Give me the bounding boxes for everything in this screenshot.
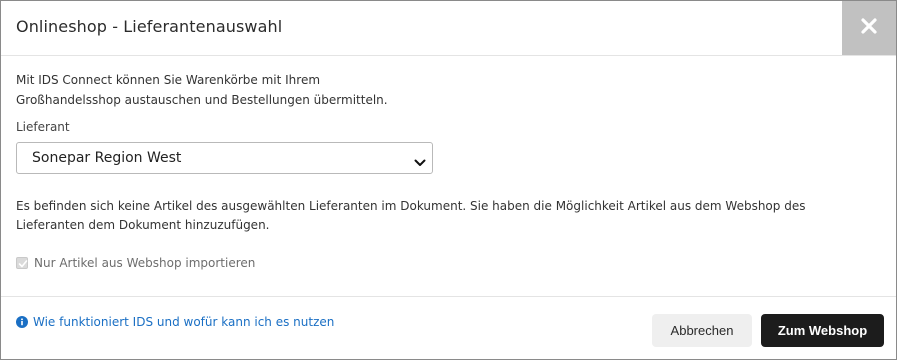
intro-line-2: Großhandelsshop austauschen und Bestellu… [16, 93, 388, 107]
supplier-dialog: Onlineshop - Lieferantenauswahl Mit IDS … [0, 0, 897, 360]
dialog-title: Onlineshop - Lieferantenauswahl [16, 17, 283, 36]
import-checkbox-label: Nur Artikel aus Webshop importieren [34, 256, 256, 270]
info-line-1: Es befinden sich keine Artikel des ausge… [16, 199, 806, 213]
info-line-2: Lieferanten dem Dokument hinzuzufügen. [16, 218, 270, 232]
info-icon [16, 316, 28, 328]
help-link-text: Wie funktioniert IDS und wofür kann ich … [33, 315, 335, 329]
help-link[interactable]: Wie funktioniert IDS und wofür kann ich … [16, 315, 334, 329]
close-icon [860, 17, 878, 39]
intro-text: Mit IDS Connect können Sie Warenkörbe mi… [16, 70, 436, 110]
dialog-header: Onlineshop - Lieferantenauswahl [1, 1, 896, 56]
chevron-down-icon [414, 153, 426, 166]
import-checkbox[interactable] [16, 257, 28, 269]
supplier-select[interactable]: Sonepar Region West [16, 142, 433, 174]
to-webshop-button[interactable]: Zum Webshop [761, 314, 884, 347]
close-button[interactable] [842, 1, 896, 55]
dialog-footer: Wie funktioniert IDS und wofür kann ich … [1, 296, 896, 360]
supplier-select-value: Sonepar Region West [32, 150, 182, 166]
import-checkbox-row: Nur Artikel aus Webshop importieren [16, 255, 255, 271]
cancel-button[interactable]: Abbrechen [652, 314, 752, 347]
supplier-label: Lieferant [16, 120, 70, 134]
intro-line-1: Mit IDS Connect können Sie Warenkörbe mi… [16, 73, 321, 87]
no-articles-info: Es befinden sich keine Artikel des ausge… [16, 197, 846, 235]
checkmark-icon [18, 260, 28, 268]
